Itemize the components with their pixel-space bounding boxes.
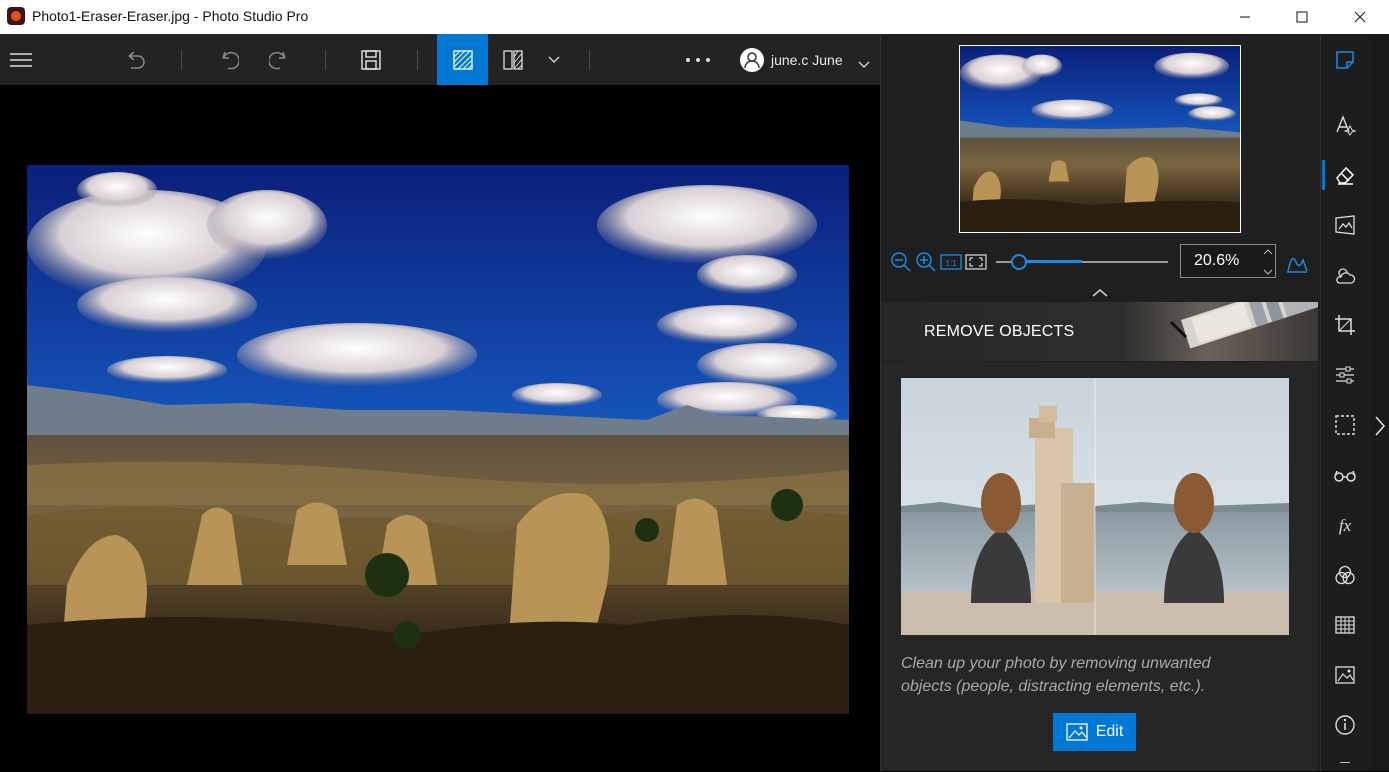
window-title: Photo1-Eraser-Eraser.jpg - Photo Studio … [32,8,309,24]
zoom-in-icon [916,252,936,272]
zoom-spinner[interactable] [1263,248,1273,281]
view-dropdown-icon [548,55,560,63]
zoom-value: 20.6% [1194,252,1240,269]
user-avatar[interactable] [740,48,764,72]
edit-button-label: Edit [1095,723,1124,740]
chevron-right-icon [1375,416,1386,436]
glasses-icon [1334,470,1356,482]
save-icon [361,49,381,70]
maximize-icon [1296,11,1308,23]
thumbnail-photo [960,46,1240,232]
info-button[interactable] [1330,710,1360,740]
user-menu-chevron[interactable] [858,56,870,74]
separator [325,50,326,70]
fx-icon: fx [1339,516,1352,535]
view-compare-icon [503,49,523,70]
close-icon [1354,11,1366,23]
app-logo-icon [7,7,25,25]
active-tool-indicator [1322,160,1325,190]
histogram-button[interactable] [1285,250,1309,279]
maximize-button[interactable] [1273,0,1331,34]
undo-all-icon [128,50,145,69]
before-after-image [901,378,1289,635]
zoom-out-icon [891,252,911,272]
before-after-preview [901,378,1289,635]
minimize-button[interactable] [1216,0,1274,34]
fit-icon [965,254,987,270]
perspective-tool-button[interactable] [1330,210,1360,240]
landscape-photo [27,165,849,714]
collapse-navigator-button[interactable] [1092,285,1108,303]
image-tool-button[interactable] [1330,660,1360,690]
undo-all-button[interactable] [115,34,155,85]
close-button[interactable] [1331,0,1389,34]
selection-tool-button[interactable] [1330,410,1360,440]
fit-screen-button[interactable] [965,253,987,276]
edit-button[interactable]: Edit [1053,713,1136,751]
eraser-tool-button[interactable] [1330,160,1360,190]
svg-text:1:1: 1:1 [945,259,957,268]
crop-tool-button[interactable] [1330,310,1360,340]
histogram-icon [1287,257,1308,273]
notes-tool-button[interactable] [1330,45,1360,75]
view-compare-button[interactable] [492,34,534,85]
view-dropdown-button[interactable] [540,34,568,85]
eraser-icon [1336,166,1355,185]
zoom-slider-thumb[interactable] [1010,254,1027,270]
separator [589,50,590,70]
svg-text:fx: fx [1339,516,1352,535]
more-icon [686,57,710,62]
color-tool-button[interactable] [1330,560,1360,590]
navigator-thumbnail[interactable] [959,45,1241,233]
zoom-out-button[interactable] [890,251,912,278]
menu-button[interactable] [0,34,42,85]
save-button[interactable] [350,34,392,85]
more-button[interactable] [680,34,716,85]
effects-tool-button[interactable]: fx [1330,510,1360,540]
zoom-slider-fill [1017,260,1082,263]
redo-button[interactable] [260,34,300,85]
undo-icon [222,51,239,69]
image-edit-icon [1066,723,1088,741]
main-photo[interactable] [27,165,849,714]
chevron-up-icon [1092,289,1108,297]
separator [181,50,182,70]
portrait-tool-button[interactable] [1330,460,1360,490]
selection-icon [1335,415,1355,435]
chevron-down-icon [858,61,870,69]
redo-icon [269,51,286,69]
texture-tool-button[interactable] [1330,610,1360,640]
image-icon [1335,666,1355,684]
weather-icon [1336,268,1356,284]
weather-tool-button[interactable] [1330,260,1360,290]
color-mix-icon [1335,565,1355,585]
edit-notes-icon [1336,51,1354,69]
texture-icon [1335,616,1355,634]
view-single-button[interactable] [437,34,488,85]
info-icon [1335,715,1355,735]
zoom-in-button[interactable] [915,251,937,278]
auto-enhance-icon [1336,115,1356,136]
panel-edge [1370,34,1389,771]
undo-button[interactable] [208,34,248,85]
actual-size-button[interactable]: 1:1 [940,253,962,276]
adjust-tool-button[interactable] [1330,360,1360,390]
adjust-icon [1336,366,1354,384]
actual-size-icon: 1:1 [940,254,962,270]
view-single-icon [452,49,473,70]
perspective-icon [1335,215,1355,235]
spinner-icon [1263,249,1273,275]
tool-title: REMOVE OBJECTS [924,323,1075,340]
expand-panel-button[interactable] [1373,415,1387,442]
crop-icon [1335,315,1355,335]
auto-enhance-tool-button[interactable] [1330,110,1360,140]
menu-icon [10,52,32,67]
user-name[interactable]: june.c June [771,52,843,68]
separator [417,50,418,70]
user-icon [744,52,760,69]
tool-description: Clean up your photo by removing unwanted… [901,655,1211,695]
minimize-icon [1240,16,1250,18]
